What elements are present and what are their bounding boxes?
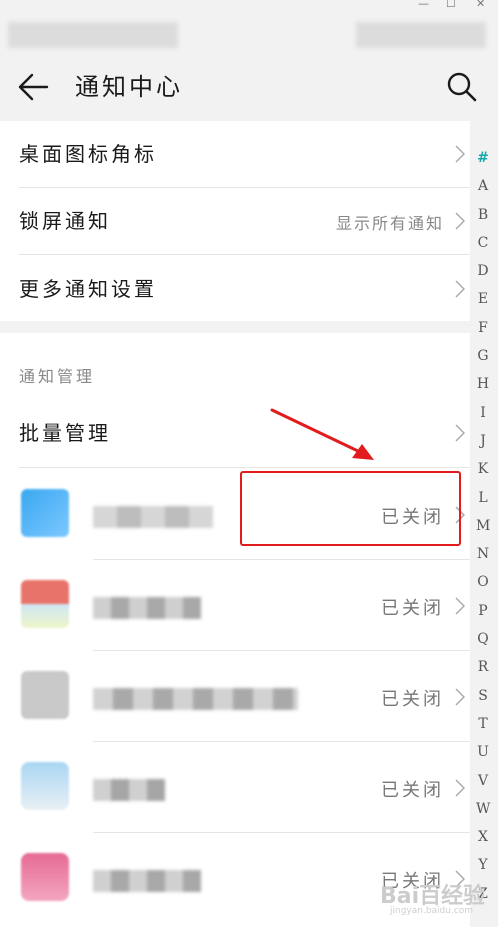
app-name-blurred <box>93 870 201 892</box>
notification-management-card: 通知管理 批量管理 已关闭 已关闭 已关闭 已关闭 已关闭 <box>0 333 470 927</box>
index-letter[interactable]: S <box>476 682 490 710</box>
index-letter[interactable]: P <box>476 597 490 625</box>
watermark-url: jingyan.baidu.com <box>390 906 474 916</box>
status-bar-left <box>8 22 178 48</box>
section-title: 通知管理 <box>19 367 96 386</box>
chevron-right-icon <box>455 424 465 442</box>
index-letter[interactable]: Q <box>476 625 490 653</box>
app-row[interactable]: 已关闭 <box>0 651 470 741</box>
setting-label: 桌面图标角标 <box>19 142 157 166</box>
chevron-right-icon <box>455 212 465 230</box>
app-name-blurred <box>93 597 201 619</box>
setting-row-badge[interactable]: 桌面图标角标 <box>0 121 470 187</box>
search-icon[interactable] <box>444 69 480 105</box>
index-letter[interactable]: # <box>476 144 490 172</box>
app-icon <box>21 853 69 901</box>
chevron-right-icon <box>455 688 465 706</box>
notification-status: 已关闭 <box>381 780 444 801</box>
app-icon <box>21 762 69 810</box>
index-letter[interactable]: G <box>476 342 490 370</box>
close-icon[interactable]: ✕ <box>476 0 485 10</box>
setting-label: 更多通知设置 <box>19 277 157 301</box>
index-letter[interactable]: B <box>476 201 490 229</box>
index-letter[interactable]: W <box>476 795 490 823</box>
notification-status: 已关闭 <box>381 689 444 710</box>
index-letter[interactable]: N <box>476 540 490 568</box>
setting-value: 显示所有通知 <box>335 214 444 233</box>
setting-label: 锁屏通知 <box>19 209 111 233</box>
window-controls: — ☐ ✕ <box>358 0 498 12</box>
index-letter[interactable]: U <box>476 738 490 766</box>
index-letter[interactable]: V <box>476 767 490 795</box>
maximize-icon[interactable]: ☐ <box>446 0 456 10</box>
setting-row-lockscreen[interactable]: 锁屏通知 显示所有通知 <box>0 188 470 254</box>
app-name-blurred <box>93 779 165 801</box>
page-title: 通知中心 <box>75 73 183 101</box>
batch-manage-row[interactable]: 批量管理 <box>0 401 470 467</box>
chevron-right-icon <box>455 779 465 797</box>
index-letter[interactable]: R <box>476 653 490 681</box>
status-bar-right <box>356 22 486 48</box>
divider <box>19 467 470 468</box>
index-letter[interactable]: H <box>476 370 490 398</box>
app-header: 通知中心 <box>0 60 498 115</box>
index-letter[interactable]: C <box>476 229 490 257</box>
back-arrow-icon[interactable] <box>16 70 52 104</box>
index-letter[interactable]: F <box>476 314 490 342</box>
index-letter[interactable]: D <box>476 257 490 285</box>
annotation-arrow <box>270 408 374 460</box>
app-row[interactable]: 已关闭 <box>0 560 470 650</box>
app-name-blurred <box>93 506 213 528</box>
index-letter[interactable]: T <box>476 710 490 738</box>
index-letter[interactable]: Y <box>476 851 490 879</box>
app-icon <box>21 580 69 628</box>
chevron-right-icon <box>455 145 465 163</box>
annotation-highlight-box <box>240 471 461 546</box>
notification-status: 已关闭 <box>381 598 444 619</box>
settings-card: 桌面图标角标 锁屏通知 显示所有通知 更多通知设置 <box>0 121 470 321</box>
index-letter[interactable]: L <box>476 484 490 512</box>
index-letter[interactable]: J <box>476 427 490 455</box>
index-letter[interactable]: E <box>476 285 490 313</box>
index-letter[interactable]: O <box>476 568 490 596</box>
app-icon <box>21 671 69 719</box>
app-row[interactable]: 已关闭 <box>0 742 470 832</box>
index-letter[interactable]: I <box>476 399 490 427</box>
batch-manage-label: 批量管理 <box>19 421 111 445</box>
chevron-right-icon <box>455 280 465 298</box>
setting-row-more[interactable]: 更多通知设置 <box>0 255 470 321</box>
status-bar <box>0 12 498 60</box>
index-letter[interactable]: M <box>476 512 490 540</box>
index-letter[interactable]: A <box>476 172 490 200</box>
alphabet-index[interactable]: # A B C D E F G H I J K L M N O P Q R S T U V W X Y Z <box>476 144 490 908</box>
index-letter[interactable]: K <box>476 455 490 483</box>
app-name-blurred <box>93 688 298 710</box>
chevron-right-icon <box>455 597 465 615</box>
app-icon <box>21 489 69 537</box>
index-letter[interactable]: X <box>476 823 490 851</box>
minimize-icon[interactable]: — <box>418 0 429 10</box>
